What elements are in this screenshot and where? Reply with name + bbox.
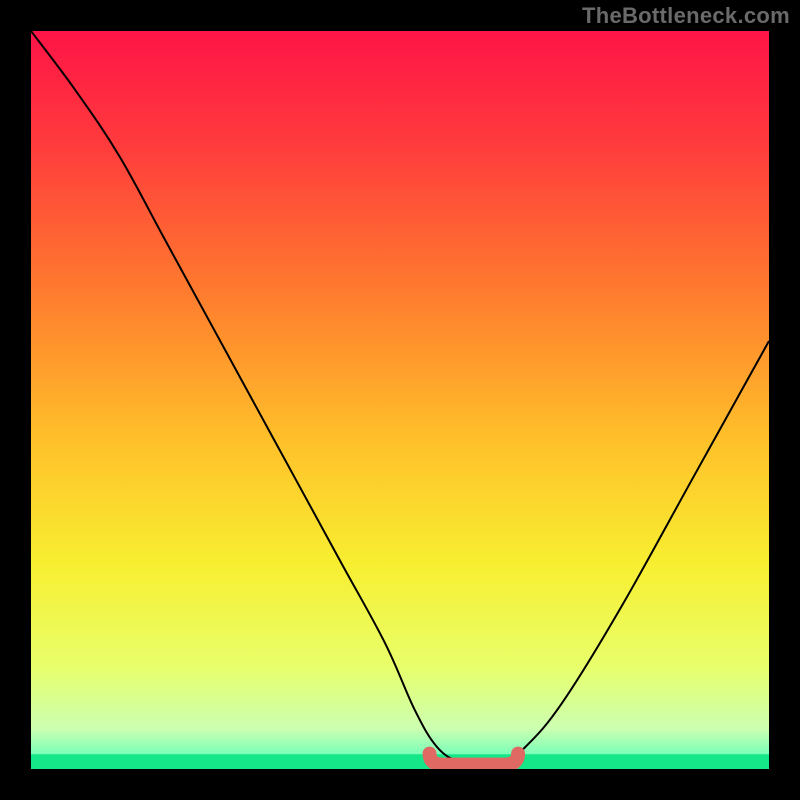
chart-frame: TheBottleneck.com [0,0,800,800]
gradient-background [31,31,769,769]
bottleneck-chart-svg [31,31,769,769]
watermark-text: TheBottleneck.com [582,3,790,29]
plot-area [31,31,769,769]
green-baseline-band [31,754,769,769]
